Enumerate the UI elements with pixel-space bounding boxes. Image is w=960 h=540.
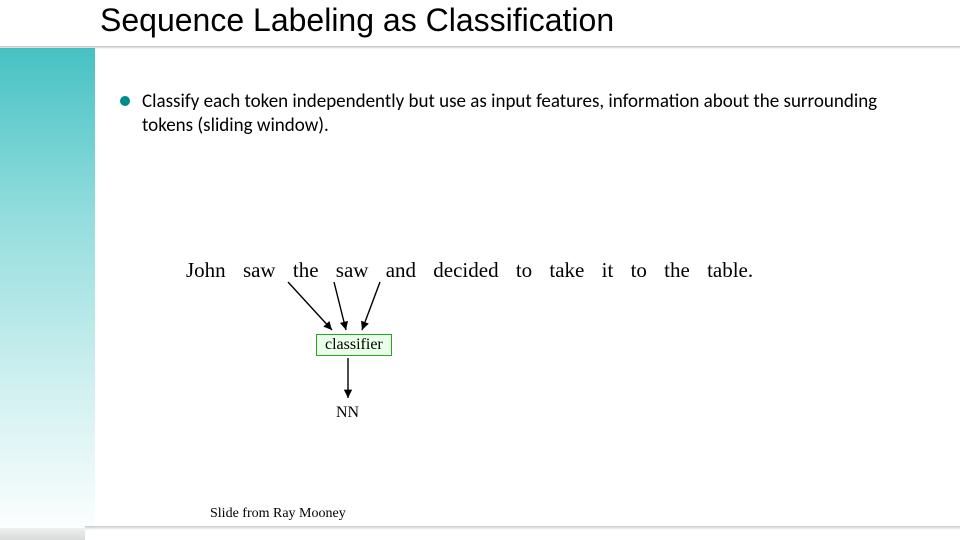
slide-title: Sequence Labeling as Classification <box>100 2 614 39</box>
token-10: the <box>664 258 690 283</box>
token-4: and <box>386 258 416 283</box>
slide-credit: Slide from Ray Mooney <box>210 506 346 522</box>
example-sentence: John saw the saw and decided to take it … <box>186 258 753 283</box>
bullet-row: Classify each token independently but us… <box>120 90 900 138</box>
token-0: John <box>186 258 226 283</box>
bullet-dot-icon <box>120 96 130 106</box>
slide-root: Sequence Labeling as Classification Clas… <box>0 0 960 540</box>
slide-left-accent <box>0 48 95 540</box>
title-underline <box>0 46 960 49</box>
bullet-text: Classify each token independently but us… <box>142 90 900 138</box>
token-11: table. <box>707 258 753 283</box>
output-tag-label: NN <box>336 404 359 422</box>
token-5: decided <box>433 258 498 283</box>
token-7: take <box>549 258 584 283</box>
token-3: saw <box>336 258 369 283</box>
token-1: saw <box>243 258 276 283</box>
slide-bottom-shadow <box>85 526 960 530</box>
token-6: to <box>516 258 532 283</box>
classifier-box: classifier <box>316 334 392 356</box>
token-2: the <box>293 258 319 283</box>
slide-bottom-shadow-left <box>0 528 85 540</box>
token-9: to <box>631 258 647 283</box>
arrows-diagram <box>186 278 786 478</box>
token-8: it <box>602 258 614 283</box>
